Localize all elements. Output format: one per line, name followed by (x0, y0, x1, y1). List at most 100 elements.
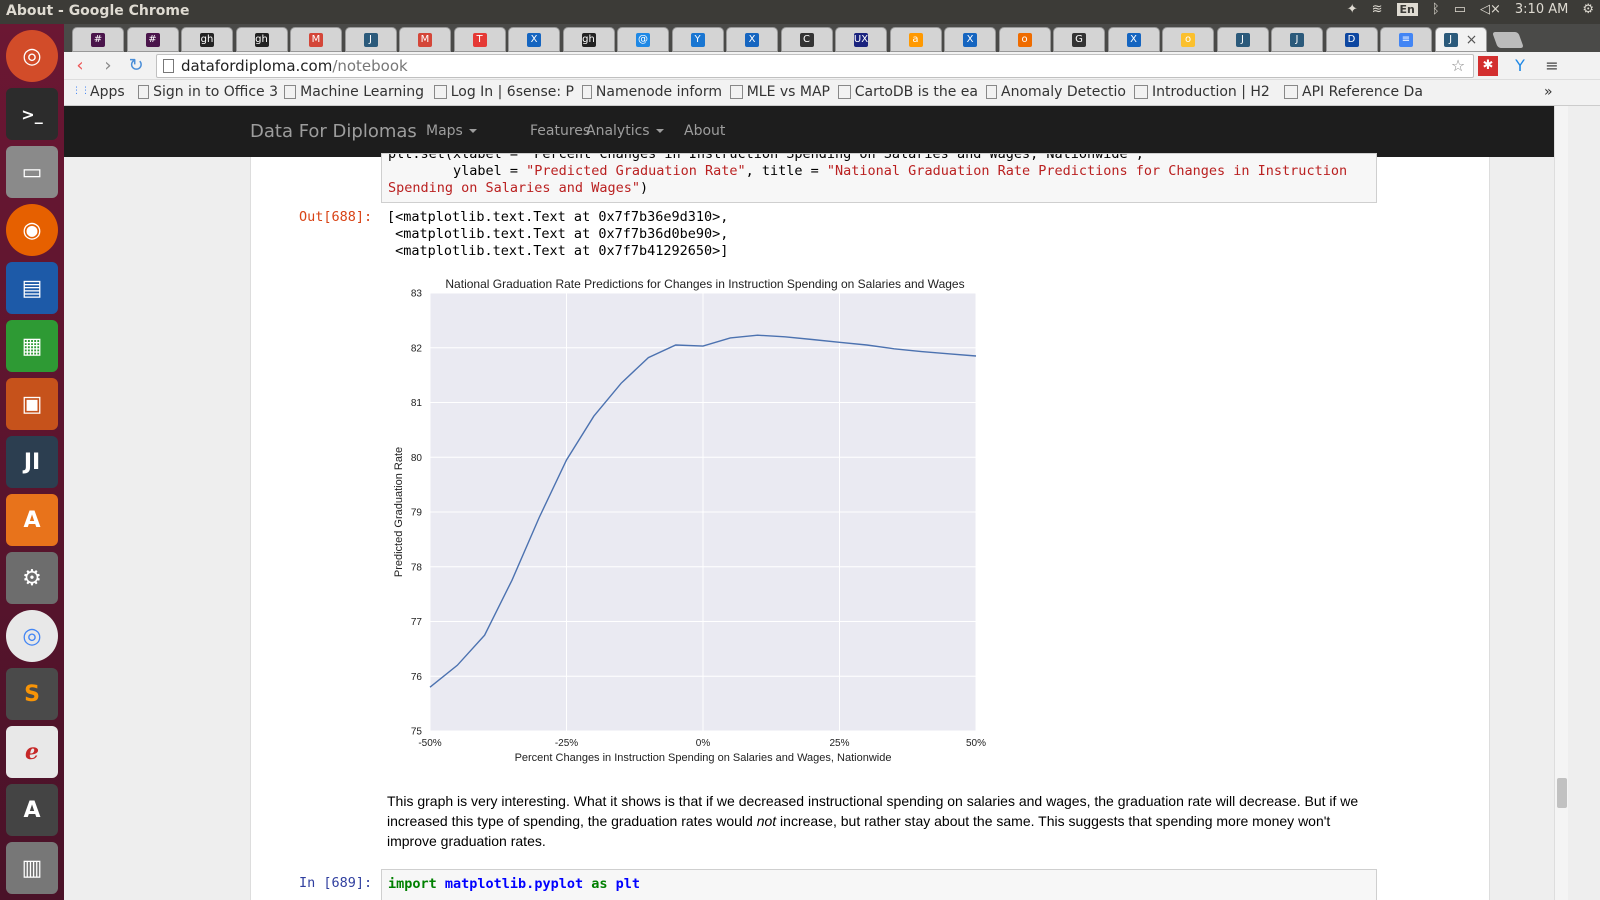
browser-tab[interactable]: X (508, 27, 560, 52)
browser-tab[interactable]: o (1162, 27, 1214, 52)
new-tab-button[interactable] (1492, 32, 1524, 48)
tab-favicon-icon: ≡ (1399, 32, 1413, 47)
browser-tab[interactable]: @ (617, 27, 669, 52)
software-center-icon[interactable]: A (6, 494, 58, 546)
extension-icon[interactable]: ✱ (1478, 56, 1498, 76)
firefox-icon[interactable]: ◉ (6, 204, 58, 256)
browser-tab[interactable]: gh (181, 27, 233, 52)
bluetooth-icon[interactable]: ᛒ (1432, 2, 1440, 17)
browser-tab[interactable]: C (780, 27, 833, 52)
nav-features[interactable]: Features (530, 123, 590, 139)
bookmark-item[interactable]: ⋮⋮ Apps (72, 84, 132, 100)
terminal-icon[interactable]: >_ (6, 88, 58, 140)
browser-tab[interactable]: X (944, 27, 996, 52)
wifi-icon[interactable]: ≋ (1372, 2, 1383, 17)
reload-icon[interactable]: ↻ (126, 56, 146, 76)
clock[interactable]: 3:10 AM (1515, 2, 1568, 17)
address-path: /notebook (332, 57, 408, 75)
y-tick-label: 78 (411, 562, 423, 573)
code-line: Spending on Salaries and Wages") (388, 180, 1370, 197)
browser-tab[interactable]: gh (562, 27, 615, 52)
bookmark-item[interactable]: CartoDB is the ea (838, 84, 978, 100)
browser-tab[interactable]: UX (835, 27, 887, 52)
code-line-0: plt.set(xlabel = "Percent Changes in Ins… (388, 153, 1144, 162)
browser-tab[interactable]: # (126, 27, 179, 52)
calc-icon[interactable]: ▦ (6, 320, 58, 372)
nav-analytics[interactable]: Analytics (586, 123, 664, 139)
browser-tab[interactable]: # (72, 27, 124, 52)
files-icon[interactable]: ▭ (6, 146, 58, 198)
code-keyword: as (591, 876, 608, 892)
tab-favicon-icon: X (745, 32, 759, 47)
nav-maps[interactable]: Maps (426, 123, 477, 139)
bookmarks-overflow-icon[interactable]: » (1544, 84, 1553, 100)
sublime-icon[interactable]: S (6, 668, 58, 720)
browser-tab[interactable]: G (1053, 27, 1105, 52)
tab-favicon-icon: @ (636, 32, 650, 47)
chart-title: National Graduation Rate Predictions for… (445, 277, 964, 291)
bookmark-page-icon (582, 85, 592, 99)
impress-icon[interactable]: ▣ (6, 378, 58, 430)
menu-icon[interactable]: ≡ (1542, 56, 1562, 76)
bookmark-page-icon (1284, 85, 1298, 99)
gear-icon[interactable]: ⚙ (1582, 2, 1594, 17)
browser-tab[interactable]: M (399, 27, 451, 52)
system-settings-icon[interactable]: ⚙ (6, 552, 58, 604)
browser-tab[interactable]: X (1107, 27, 1160, 52)
browser-tab[interactable]: J × (1434, 27, 1487, 52)
scrollbar-thumb[interactable] (1557, 778, 1567, 808)
code-cell-import[interactable]: import matplotlib.pyplot as plt (381, 869, 1377, 900)
bookmark-item[interactable]: Log In | 6sense: P (434, 84, 574, 100)
writer-icon[interactable]: ▤ (6, 262, 58, 314)
bookmark-item[interactable]: API Reference Da (1284, 84, 1424, 100)
browser-tab[interactable]: D (1325, 27, 1378, 52)
bookmark-item[interactable]: Namenode inform (582, 84, 722, 100)
y-tick-label: 81 (411, 398, 423, 409)
back-icon[interactable]: ‹ (70, 56, 90, 76)
browser-tab[interactable]: J (344, 27, 397, 52)
browser-tab[interactable]: o (998, 27, 1051, 52)
tab-favicon-icon: gh (581, 32, 596, 47)
extension-y-icon[interactable]: Y (1510, 56, 1530, 76)
evince-icon[interactable]: ℯ (6, 726, 58, 778)
y-tick-label: 76 (411, 672, 423, 683)
dropbox-icon[interactable]: ✦ (1347, 2, 1358, 17)
browser-tab[interactable]: T (453, 27, 506, 52)
tab-favicon-icon: J (1290, 32, 1304, 47)
browser-tab[interactable]: X (726, 27, 778, 52)
bookmark-item[interactable]: MLE vs MAP (730, 84, 830, 100)
browser-tab[interactable]: ≡ (1380, 27, 1432, 52)
code-cell-plot[interactable]: plt.set(xlabel = "Percent Changes in Ins… (381, 153, 1377, 203)
window-title: About - Google Chrome (6, 3, 190, 19)
page-scrollbar[interactable] (1554, 106, 1568, 900)
bookmark-item[interactable]: Anomaly Detectio (986, 84, 1126, 100)
forward-icon[interactable]: › (98, 56, 118, 76)
browser-tab[interactable]: a (889, 27, 942, 52)
browser-tab[interactable]: Y (671, 27, 724, 52)
code-module: matplotlib.pyplot (436, 876, 592, 892)
browser-tab[interactable]: J (1216, 27, 1269, 52)
keyboard-layout-indicator[interactable]: En (1396, 3, 1418, 16)
update-manager-icon[interactable]: A (6, 784, 58, 836)
volume-muted-icon[interactable]: ◁× (1480, 2, 1501, 17)
browser-tab[interactable]: J (1271, 27, 1323, 52)
intellij-icon[interactable]: JI (6, 436, 58, 488)
tab-favicon-icon: M (309, 32, 323, 47)
site-brand[interactable]: Data For Diplomas (250, 121, 417, 142)
bookmark-item[interactable]: Sign in to Office 3 (138, 84, 278, 100)
bookmark-item[interactable]: Introduction | H2 (1134, 84, 1274, 100)
nav-about[interactable]: About (684, 123, 725, 139)
ubuntu-dash-icon[interactable]: ◎ (6, 30, 58, 82)
battery-icon[interactable]: ▭ (1454, 2, 1466, 17)
browser-tab[interactable]: gh (235, 27, 288, 52)
trash-icon[interactable]: ▥ (6, 842, 58, 894)
code-string: Spending on Salaries and Wages" (388, 180, 640, 196)
caret-down-icon (655, 129, 664, 133)
close-tab-icon[interactable]: × (1466, 32, 1478, 48)
tab-favicon-icon: J (1443, 32, 1458, 47)
chrome-icon[interactable]: ◎ (6, 610, 58, 662)
browser-tab[interactable]: M (290, 27, 342, 52)
bookmark-item[interactable]: Machine Learning (284, 84, 424, 100)
address-bar[interactable]: datafordiploma.com/notebook (156, 54, 1474, 78)
bookmark-star-icon[interactable]: ☆ (1448, 56, 1468, 76)
